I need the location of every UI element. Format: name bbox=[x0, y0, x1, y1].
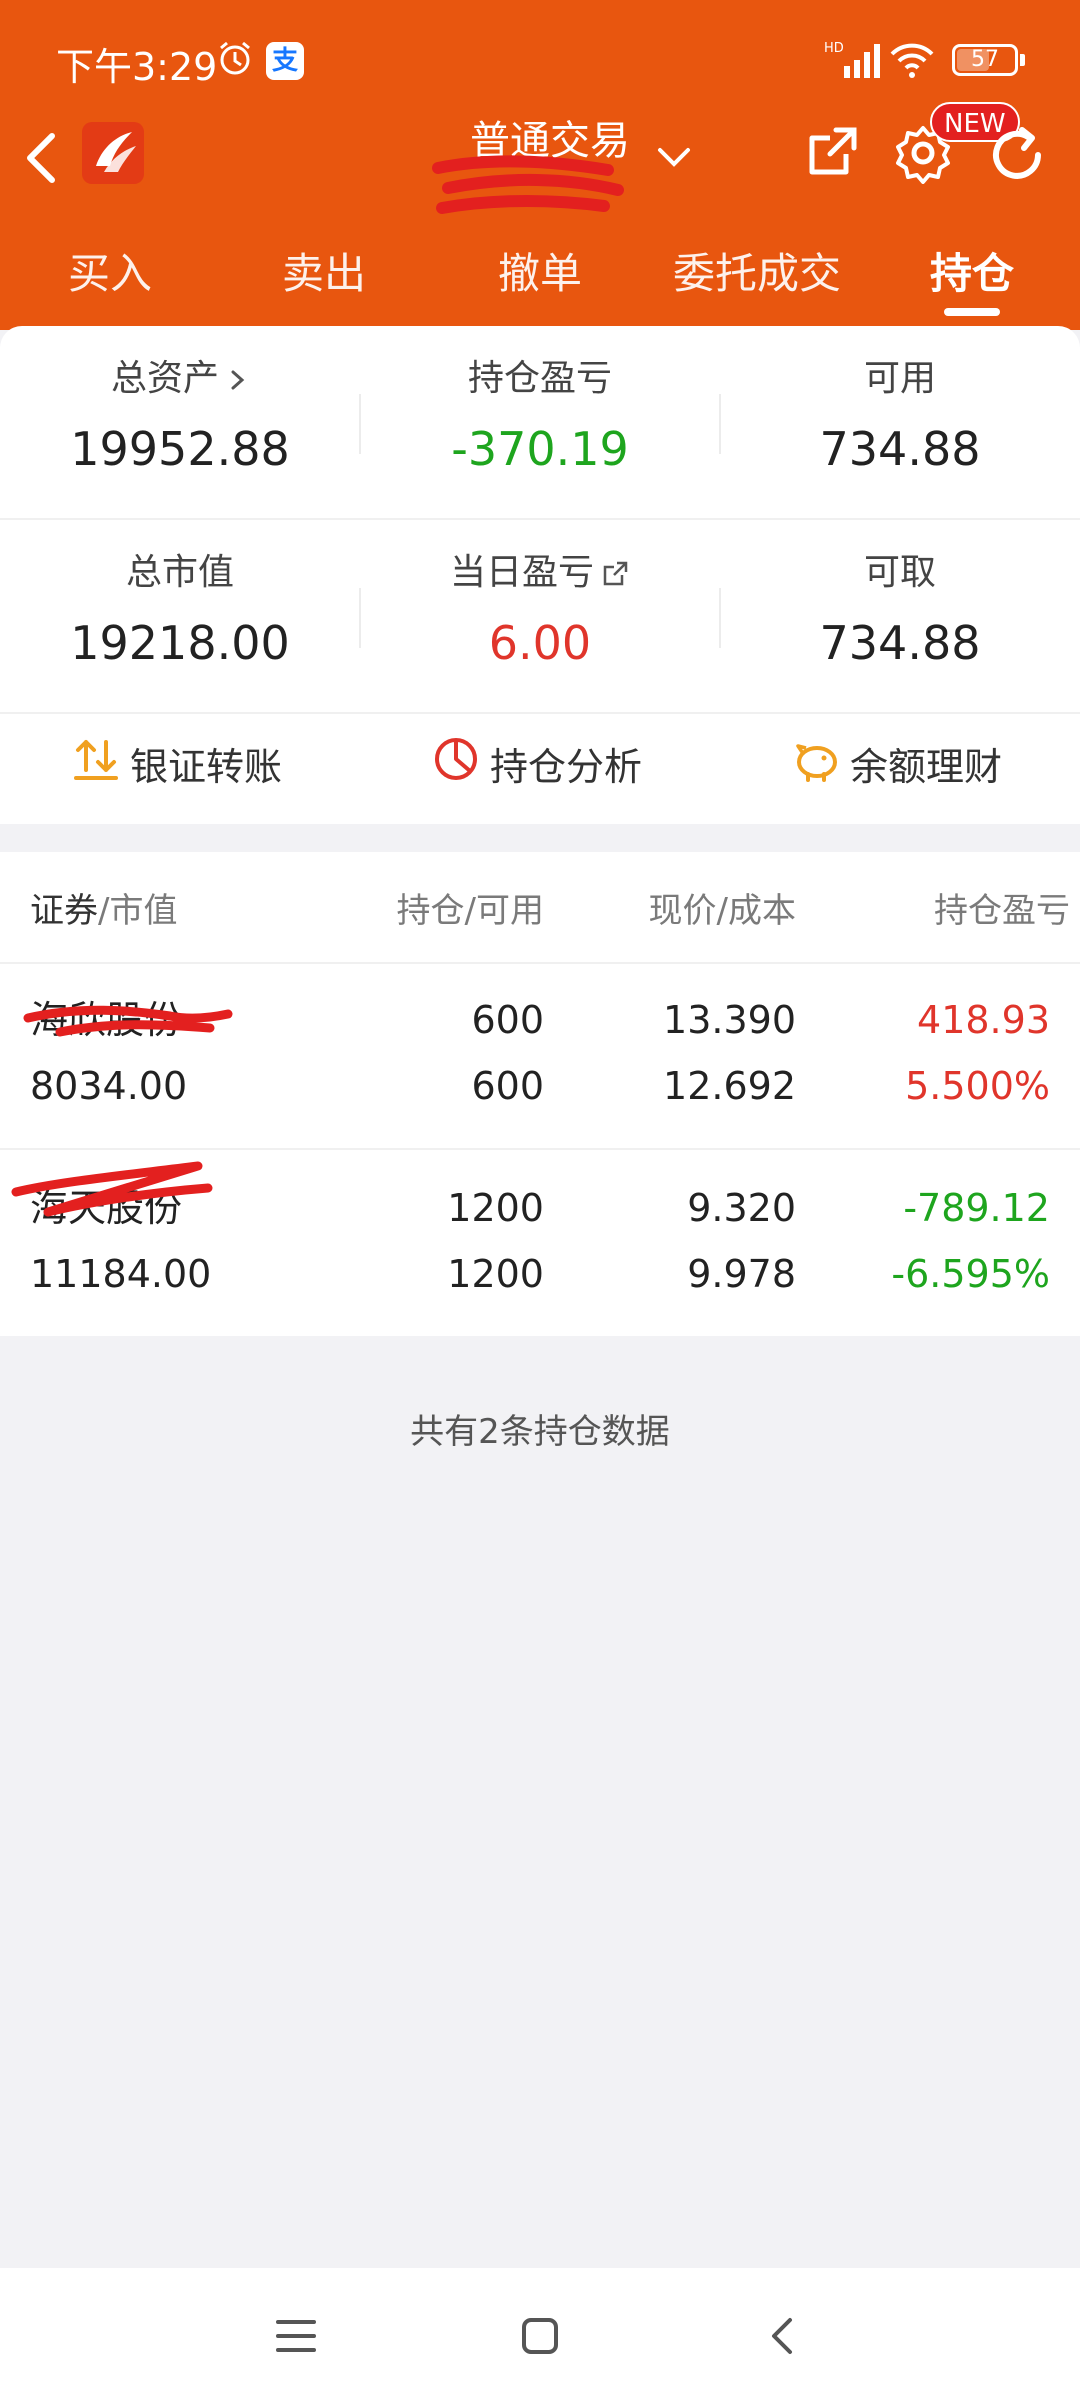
bank-transfer-button[interactable]: 银证转账 bbox=[72, 722, 312, 802]
col-pnl[interactable]: 持仓盈亏 bbox=[860, 886, 1070, 936]
status-bar: 下午3:29 支 HD 57 bbox=[0, 30, 1080, 96]
position-analysis-button[interactable]: 持仓分析 bbox=[432, 722, 672, 802]
position-cell: 600 bbox=[471, 998, 544, 1042]
available-funds: 可用 734.88 bbox=[720, 354, 1080, 482]
app-logo-icon bbox=[82, 122, 144, 184]
balance-invest-button[interactable]: 余额理财 bbox=[792, 722, 1032, 802]
available-label: 可用 bbox=[863, 358, 936, 399]
withdrawable-value: 734.88 bbox=[819, 616, 981, 670]
market-value-label: 总市值 bbox=[125, 552, 234, 593]
back-arrow-icon[interactable] bbox=[18, 128, 68, 188]
position-cell: 1200 bbox=[447, 1186, 544, 1230]
pnl-percent-cell: 5.500% bbox=[905, 1064, 1050, 1108]
tab-buy[interactable]: 买入 bbox=[40, 240, 180, 320]
refresh-icon[interactable] bbox=[984, 122, 1050, 188]
alarm-icon bbox=[220, 41, 250, 75]
total-assets[interactable]: 总资产 19952.88 bbox=[0, 354, 360, 482]
holdings-table: 证券/市值 持仓/可用 现价/成本 持仓盈亏 海欣股份 8034.00 600 … bbox=[0, 852, 1080, 1336]
price-cell: 13.390 bbox=[663, 998, 796, 1042]
tab-orders[interactable]: 委托成交 bbox=[652, 240, 862, 320]
pie-chart-icon bbox=[435, 738, 477, 780]
trade-tabs: 买入 卖出 撤单 委托成交 持仓 bbox=[0, 240, 1080, 320]
cost-cell: 9.978 bbox=[687, 1252, 796, 1296]
alipay-icon: 支 bbox=[266, 42, 304, 80]
col-position[interactable]: 持仓/可用 bbox=[340, 886, 544, 936]
redaction-scribble bbox=[432, 155, 624, 214]
col-security[interactable]: 证券/市值 bbox=[30, 886, 177, 936]
external-link-icon bbox=[603, 561, 628, 586]
status-time: 下午3:29 bbox=[56, 45, 218, 89]
piggy-bank-icon bbox=[796, 744, 837, 782]
svg-text:HD: HD bbox=[824, 41, 844, 56]
nav-bar: 普通交易 NEW bbox=[0, 100, 1080, 220]
position-pnl-label: 持仓盈亏 bbox=[467, 358, 612, 399]
position-pnl: 持仓盈亏 -370.19 bbox=[360, 354, 720, 482]
tab-sell[interactable]: 卖出 bbox=[254, 240, 394, 320]
market-value-cell: 8034.00 bbox=[30, 1064, 188, 1108]
price-cell: 9.320 bbox=[687, 1186, 796, 1230]
active-tab-indicator bbox=[944, 308, 1000, 316]
holdings-count-note: 共有2条持仓数据 bbox=[410, 1412, 670, 1452]
chevron-right-icon bbox=[231, 370, 245, 390]
system-nav-bar bbox=[0, 2268, 1080, 2400]
pnl-percent-cell: -6.595% bbox=[891, 1252, 1050, 1296]
available-cell: 600 bbox=[471, 1064, 544, 1108]
withdrawable: 可取 734.88 bbox=[720, 548, 1080, 676]
pnl-cell: 418.93 bbox=[917, 998, 1050, 1042]
total-assets-value: 19952.88 bbox=[70, 422, 290, 476]
available-cell: 1200 bbox=[447, 1252, 544, 1296]
pnl-cell: -789.12 bbox=[903, 1186, 1050, 1230]
redaction-scribble bbox=[23, 1005, 233, 1037]
share-icon[interactable] bbox=[802, 122, 862, 182]
daily-pnl[interactable]: 当日盈亏 6.00 bbox=[360, 548, 720, 676]
transfer-icon bbox=[74, 740, 118, 780]
total-assets-label: 总资产 bbox=[110, 358, 219, 399]
market-value-cell: 11184.00 bbox=[30, 1252, 212, 1296]
withdrawable-label: 可取 bbox=[863, 552, 936, 593]
daily-pnl-label: 当日盈亏 bbox=[449, 552, 594, 593]
daily-pnl-value: 6.00 bbox=[488, 616, 592, 670]
cost-cell: 12.692 bbox=[663, 1064, 796, 1108]
tab-cancel[interactable]: 撤单 bbox=[470, 240, 610, 320]
col-price[interactable]: 现价/成本 bbox=[600, 886, 796, 936]
redaction-scribble bbox=[11, 1161, 213, 1217]
market-value: 总市值 19218.00 bbox=[0, 548, 360, 676]
signal-icon: HD bbox=[824, 41, 880, 78]
app-header: 下午3:29 支 HD 57 普通交易 NEW 买入 卖出 撤单 委托成交 持仓 bbox=[0, 0, 1080, 330]
menu-icon[interactable] bbox=[272, 2312, 320, 2360]
wifi-icon bbox=[890, 43, 934, 78]
chevron-down-icon[interactable] bbox=[652, 138, 696, 178]
back-icon[interactable] bbox=[760, 2312, 808, 2360]
available-value: 734.88 bbox=[819, 422, 981, 476]
position-pnl-value: -370.19 bbox=[451, 422, 629, 476]
market-value-value: 19218.00 bbox=[70, 616, 290, 670]
home-icon[interactable] bbox=[516, 2312, 564, 2360]
asset-summary: 总资产 19952.88 持仓盈亏 -370.19 可用 734.88 总市值 … bbox=[0, 326, 1080, 824]
battery-indicator: 57 bbox=[952, 44, 1018, 76]
